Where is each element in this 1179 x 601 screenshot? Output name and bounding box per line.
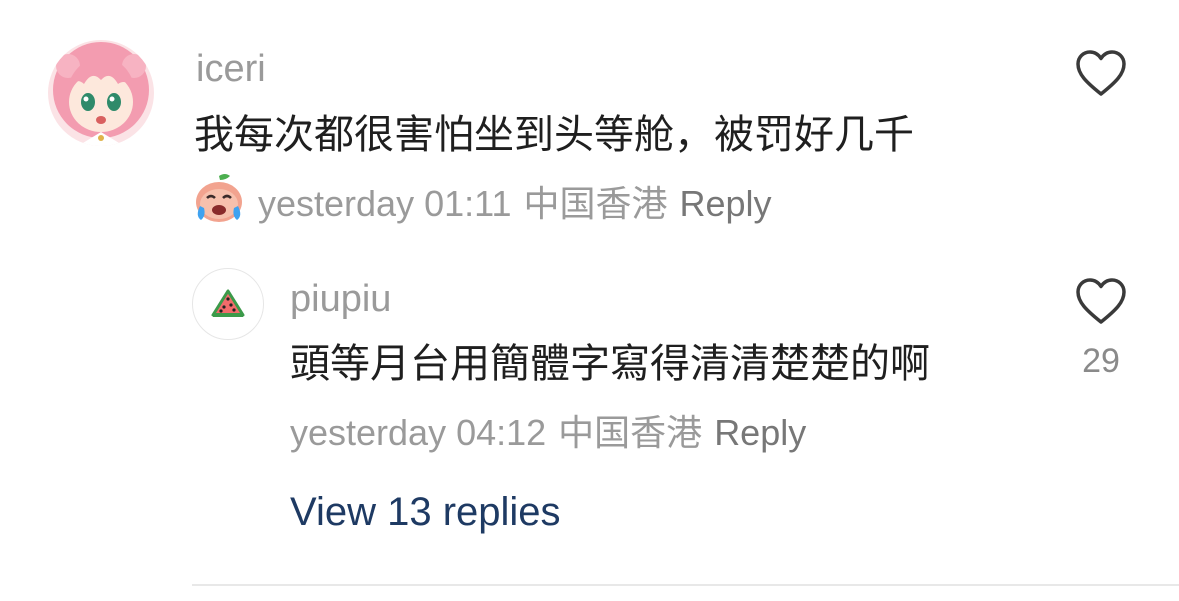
view-replies-link[interactable]: View 13 replies bbox=[290, 492, 561, 532]
avatar-piupiu[interactable] bbox=[192, 268, 264, 340]
divider bbox=[192, 584, 1179, 586]
heart-outline-icon bbox=[1076, 278, 1126, 324]
reply-like-button[interactable] bbox=[1074, 276, 1128, 331]
reply-location: 中国香港 bbox=[558, 412, 703, 453]
watermelon-icon bbox=[211, 289, 245, 317]
reply-reply-button[interactable]: Reply bbox=[714, 415, 806, 451]
comment-reply-button[interactable]: Reply bbox=[680, 186, 772, 222]
anime-girl-avatar-icon bbox=[48, 40, 154, 146]
comment-location: 中国香港 bbox=[523, 183, 668, 224]
reply-meta: yesterday 04:12 中国香港 Reply bbox=[290, 415, 806, 451]
comment-text: 我每次都很害怕坐到头等舱，被罚好几千 bbox=[194, 112, 914, 158]
comment-meta: yesterday 01:11 中国香港 Reply bbox=[258, 186, 772, 222]
heart-outline-icon bbox=[1076, 50, 1126, 96]
reply-username[interactable]: piupiu bbox=[290, 280, 391, 318]
avatar-iceri[interactable] bbox=[48, 40, 154, 146]
reply-time: yesterday 04:12 bbox=[290, 412, 547, 453]
reply-like-count: 29 bbox=[1082, 342, 1120, 380]
comment-like-button[interactable] bbox=[1074, 48, 1128, 103]
crying-peach-emoji-icon bbox=[192, 172, 246, 226]
comment-time: yesterday 01:11 bbox=[258, 183, 512, 224]
reply-text: 頭等月台用簡體字寫得清清楚楚的啊 bbox=[290, 341, 930, 387]
comment-username[interactable]: iceri bbox=[196, 50, 266, 88]
